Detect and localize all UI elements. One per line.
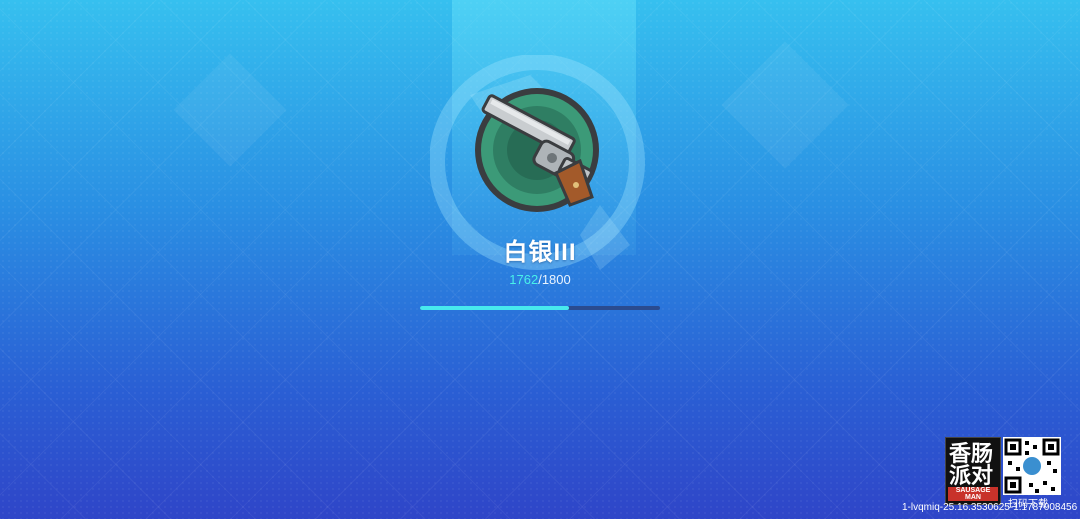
logo-line2: 派对 xyxy=(949,463,994,488)
watermark-code: 1-lvqmiq-25.16.3530625-1.1787008456 xyxy=(902,502,1078,513)
qr-code xyxy=(1003,437,1061,495)
progress-total: 1800 xyxy=(541,272,571,287)
logo-sub: SAUSAGE MAN xyxy=(948,487,998,501)
progress-current: 1762 xyxy=(509,272,539,287)
rank-progress-bar xyxy=(420,306,660,310)
rank-progress-fill xyxy=(420,306,569,310)
rank-progress-text: 1762/1800 xyxy=(0,272,1080,287)
rank-title: 白银III xyxy=(503,239,577,266)
rank-screen: 白银III 1762/1800 香肠 派对 SAUSAGE MAN 扫码下载 1… xyxy=(0,0,1080,519)
watermark-logo: 香肠 派对 SAUSAGE MAN xyxy=(945,437,1001,505)
